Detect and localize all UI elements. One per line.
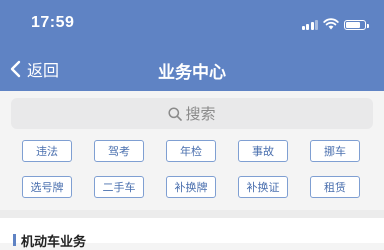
- search-icon: [168, 106, 183, 121]
- section-divider: [0, 210, 384, 218]
- wifi-icon: [323, 18, 339, 30]
- section-title: 机动车业务: [21, 235, 87, 250]
- shortcut-annual-inspection-button[interactable]: 年检: [166, 140, 216, 162]
- section-accent-bar: [13, 234, 16, 246]
- header-bar: 17:59 返回 业务中心: [0, 0, 384, 91]
- shortcut-select-plate-button[interactable]: 选号牌: [22, 176, 72, 198]
- status-time: 17:59: [31, 14, 75, 31]
- shortcut-replace-license-button[interactable]: 补换证: [238, 176, 288, 198]
- search-input[interactable]: 搜索: [11, 98, 373, 129]
- signal-icon: [301, 19, 318, 30]
- shortcut-accident-button[interactable]: 事故: [238, 140, 288, 162]
- search-placeholder: 搜索: [185, 105, 216, 123]
- status-icons: [301, 16, 369, 30]
- vehicle-business-section: 机动车业务: [0, 218, 384, 250]
- shortcut-replace-plate-button[interactable]: 补换牌: [166, 176, 216, 198]
- shortcut-move-car-button[interactable]: 挪车: [310, 140, 360, 162]
- shortcut-rental-button[interactable]: 租赁: [310, 176, 360, 198]
- shortcut-violation-button[interactable]: 违法: [22, 140, 72, 162]
- shortcut-used-car-button[interactable]: 二手车: [94, 176, 144, 198]
- page-title: 业务中心: [158, 63, 226, 83]
- battery-icon: [344, 20, 369, 30]
- shortcut-driving-test-button[interactable]: 驾考: [94, 140, 144, 162]
